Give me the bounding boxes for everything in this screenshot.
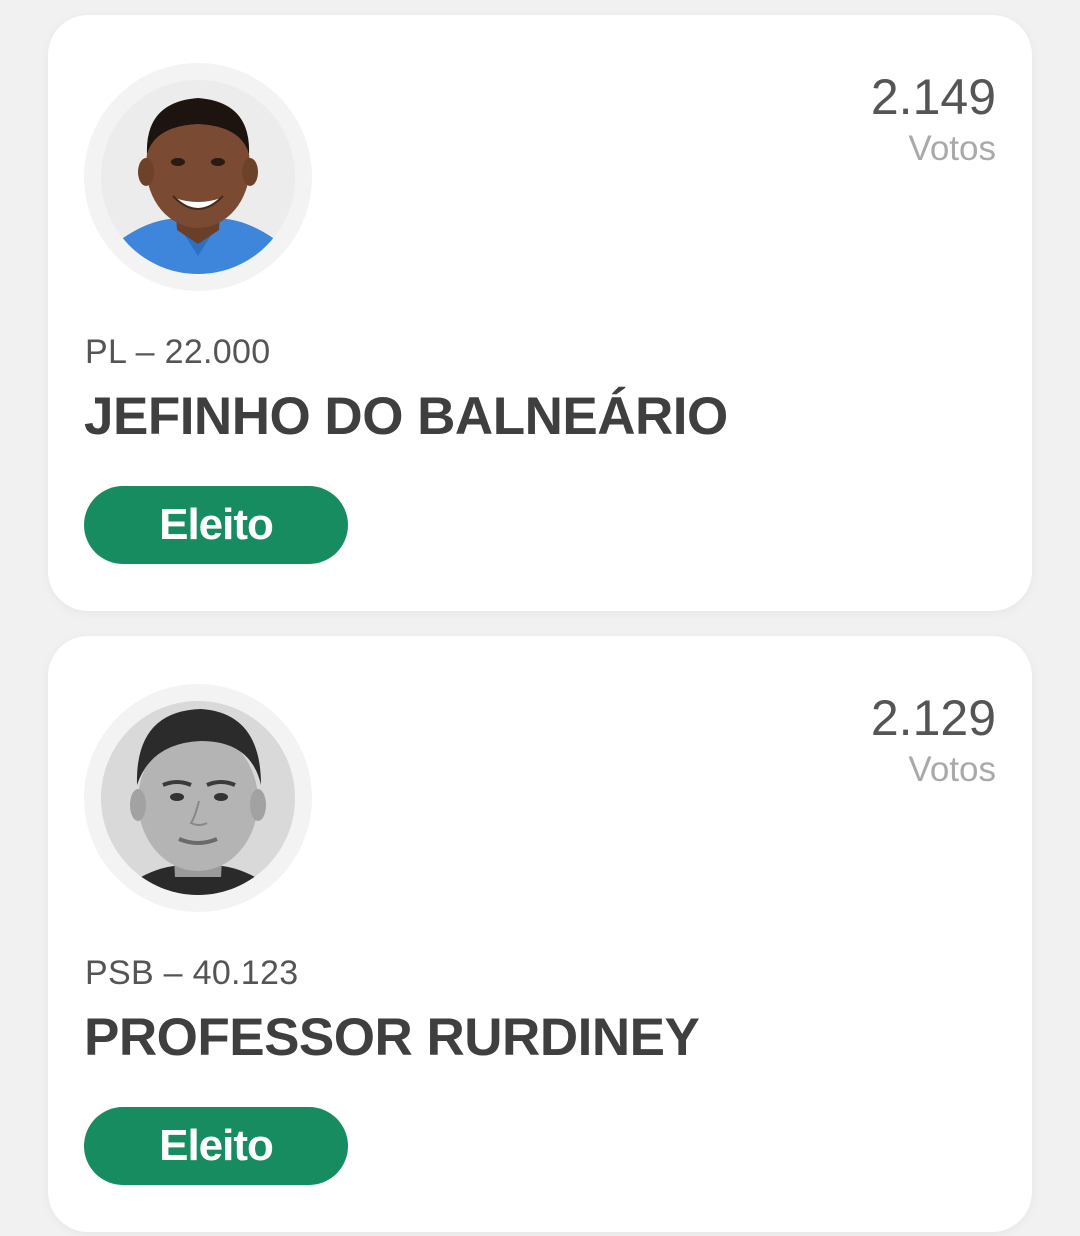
candidate-list: 2.149 Votos PL – 22.000 JEFINHO DO BALNE… [0, 0, 1080, 1236]
status-badge: Eleito [84, 1107, 348, 1185]
candidate-photo [101, 701, 295, 895]
votes-number: 2.129 [870, 690, 996, 746]
votes-label: Votos [908, 129, 996, 168]
candidate-card[interactable]: 2.129 Votos PSB – 40.123 PROFESSOR RURDI… [48, 636, 1032, 1232]
votes-number: 2.149 [870, 69, 996, 125]
votes-label: Votos [908, 750, 996, 789]
candidate-photo-frame [84, 63, 312, 291]
vote-count: 2.149 Votos [871, 67, 996, 171]
status-badge: Eleito [84, 486, 348, 564]
candidate-photo [101, 80, 295, 274]
party-number: PL – 22.000 [85, 333, 271, 371]
candidate-name: PROFESSOR RURDINEY [84, 1008, 700, 1067]
candidate-card[interactable]: 2.149 Votos PL – 22.000 JEFINHO DO BALNE… [48, 15, 1032, 611]
candidate-photo-frame [84, 684, 312, 912]
vote-count: 2.129 Votos [871, 688, 996, 792]
candidate-name: JEFINHO DO BALNEÁRIO [84, 387, 728, 446]
party-number: PSB – 40.123 [85, 954, 299, 992]
